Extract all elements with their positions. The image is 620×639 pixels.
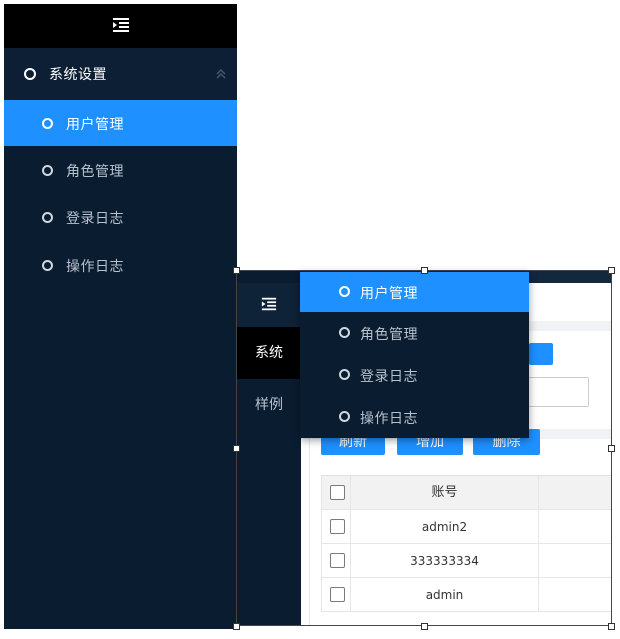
resize-handle-middle-left[interactable] (233, 445, 240, 452)
sidebar-item-label: 登录日志 (66, 211, 124, 227)
circle-icon (42, 118, 53, 129)
flyout-item-label: 操作日志 (360, 411, 418, 427)
resize-handle-top-left[interactable] (233, 267, 240, 274)
menu-section-system-settings[interactable]: 系统设置 (4, 48, 237, 100)
chevron-up-icon (216, 69, 226, 79)
flyout-item-user-management[interactable]: 用户管理 (300, 272, 529, 312)
indent-icon[interactable] (261, 296, 277, 312)
search-button[interactable] (529, 343, 553, 365)
user-table: 账号 admin2 333333334 admin (321, 475, 611, 612)
account-cell: admin (351, 578, 539, 612)
circle-icon (24, 68, 36, 80)
sidebar: 系统设置 用户管理 角色管理 登录日志 操作日志 (4, 4, 237, 629)
flyout-item-login-log[interactable]: 登录日志 (300, 355, 529, 395)
resize-handle-top-center[interactable] (421, 267, 428, 274)
row-checkbox[interactable] (330, 519, 345, 534)
row-checkbox[interactable] (330, 553, 345, 568)
sidebar-item-label: 操作日志 (66, 259, 124, 275)
extra-cell (539, 510, 611, 544)
collapsed-sidebar: 系统 样例 (237, 271, 301, 625)
row-check-cell (321, 544, 351, 578)
collapsed-sidebar-item-system[interactable]: 系统 (237, 327, 301, 379)
extra-cell (539, 578, 611, 612)
circle-icon (42, 212, 53, 223)
sidebar-item-label: 角色管理 (66, 164, 124, 180)
column-header-extra (539, 476, 611, 510)
circle-icon (339, 411, 350, 422)
indent-icon[interactable] (112, 16, 130, 34)
flyout-item-label: 用户管理 (360, 286, 418, 302)
sidebar-item-label: 用户管理 (66, 117, 124, 133)
menu-section-label: 系统设置 (49, 67, 107, 83)
collapsed-sidebar-item-example[interactable]: 样例 (237, 379, 301, 431)
circle-icon (339, 327, 350, 338)
flyout-item-label: 角色管理 (360, 327, 418, 343)
extra-cell (539, 544, 611, 578)
resize-handle-middle-right[interactable] (608, 445, 615, 452)
table-row[interactable]: 333333334 (321, 544, 611, 578)
sidebar-item-operation-log[interactable]: 操作日志 (4, 242, 237, 288)
resize-handle-bottom-center[interactable] (421, 623, 428, 630)
account-cell: 333333334 (351, 544, 539, 578)
select-all-checkbox[interactable] (330, 485, 345, 500)
sidebar-item-login-log[interactable]: 登录日志 (4, 194, 237, 240)
column-header-account: 账号 (351, 476, 539, 510)
circle-icon (339, 286, 350, 297)
table-row[interactable]: admin2 (321, 510, 611, 544)
account-cell: admin2 (351, 510, 539, 544)
sidebar-item-role-management[interactable]: 角色管理 (4, 147, 237, 193)
resize-handle-top-right[interactable] (608, 267, 615, 274)
submenu-flyout: 用户管理 角色管理 登录日志 操作日志 (300, 272, 529, 438)
circle-icon (42, 165, 53, 176)
row-check-cell (321, 510, 351, 544)
sidebar-top-bar (4, 4, 237, 48)
row-check-cell (321, 578, 351, 612)
flyout-item-label: 登录日志 (360, 369, 418, 385)
collapsed-sidebar-head (237, 283, 301, 327)
circle-icon (339, 369, 350, 380)
select-all-cell (321, 476, 351, 510)
circle-icon (42, 260, 53, 271)
flyout-item-role-management[interactable]: 角色管理 (300, 313, 529, 353)
table-row[interactable]: admin (321, 578, 611, 612)
resize-handle-bottom-left[interactable] (233, 623, 240, 630)
flyout-item-operation-log[interactable]: 操作日志 (300, 397, 529, 437)
resize-handle-bottom-right[interactable] (608, 623, 615, 630)
table-header-row: 账号 (321, 476, 611, 510)
search-input[interactable] (519, 377, 589, 407)
sidebar-item-user-management[interactable]: 用户管理 (4, 100, 237, 146)
row-checkbox[interactable] (330, 587, 345, 602)
